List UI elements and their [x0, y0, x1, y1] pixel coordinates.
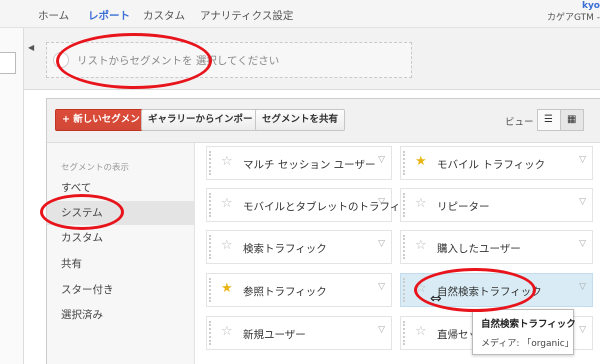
segment-label: モバイル トラフィック	[437, 159, 546, 171]
import-gallery-button[interactable]: ギャラリーからインポート	[141, 109, 270, 131]
chevron-down-icon[interactable]: ▽	[378, 282, 385, 292]
collapse-arrow-icon[interactable]: ◀	[28, 43, 34, 52]
sidebar-item-starred[interactable]: スター付き	[47, 278, 195, 302]
sidebar-item-system[interactable]: システム	[47, 201, 195, 225]
star-icon[interactable]: ★	[415, 155, 427, 169]
list-view-button[interactable]: ☰	[537, 109, 561, 131]
segment-placeholder-text: リストからセグメントを 選択してください	[77, 55, 280, 67]
drag-handle[interactable]	[209, 193, 213, 217]
chevron-down-icon[interactable]: ▽	[579, 282, 586, 292]
share-segment-button[interactable]: セグメントを共有	[255, 109, 346, 131]
chevron-down-icon[interactable]: ▽	[378, 197, 385, 207]
segment-label: 購入したユーザー	[437, 243, 521, 255]
drag-handle[interactable]	[403, 278, 407, 302]
segment-item[interactable]: ☆ モバイルとタブレットのトラフィック ▽	[206, 188, 421, 222]
account-name[interactable]: カゲアGTM -	[547, 10, 600, 23]
top-nav: ホーム レポート カスタム アナリティクス設定 kyo カゲアGTM -	[0, 0, 600, 28]
drag-handle[interactable]	[209, 321, 213, 345]
tab-reports[interactable]: レポート	[88, 8, 130, 23]
grid-view-button[interactable]: ▦	[560, 109, 584, 131]
left-strip: /	[0, 28, 24, 364]
star-icon[interactable]: ☆	[415, 325, 427, 339]
segment-sidebar: セグメントの表示 すべて システム カスタム 共有 スター付き 選択済み	[47, 143, 195, 364]
segment-item[interactable]: ☆ マルチ セッション ユーザー ▽	[206, 146, 392, 180]
star-icon[interactable]: ☆	[221, 239, 233, 253]
star-icon[interactable]: ☆	[221, 197, 233, 211]
star-icon[interactable]: ☆	[415, 282, 427, 296]
star-icon[interactable]: ★	[221, 282, 233, 296]
panel-toolbar: + 新しいセグメント ギャラリーからインポート セグメントを共有 ビュー ☰ ▦	[47, 99, 600, 143]
tab-custom[interactable]: カスタム	[143, 8, 185, 23]
drag-handle[interactable]	[209, 235, 213, 259]
star-icon[interactable]: ☆	[415, 239, 427, 253]
segment-placeholder[interactable]: リストからセグメントを 選択してください	[46, 42, 412, 78]
segment-label: 参照トラフィック	[243, 286, 327, 298]
segment-label: リピーター	[437, 201, 490, 213]
segment-label: 自然検索トラフィック	[437, 286, 542, 298]
segment-label: 検索トラフィック	[243, 243, 327, 255]
chevron-down-icon[interactable]: ▽	[579, 155, 586, 165]
tooltip-title: 自然検索トラフィック	[481, 319, 576, 330]
list-view-icon: ☰	[544, 114, 553, 125]
move-cursor-icon: ⇔	[430, 291, 442, 307]
drag-handle[interactable]	[209, 278, 213, 302]
chevron-down-icon[interactable]: ▽	[579, 197, 586, 207]
tab-home[interactable]: ホーム	[38, 8, 69, 23]
segment-item[interactable]: ☆ 購入したユーザー ▽	[400, 230, 593, 264]
drag-handle[interactable]	[209, 151, 213, 175]
segment-label: モバイルとタブレットのトラフィック	[243, 201, 422, 213]
segment-tooltip: 自然検索トラフィック メディア: 「organic」	[472, 309, 576, 355]
sidebar-item-shared[interactable]: 共有	[47, 252, 195, 276]
segment-item-highlighted[interactable]: ☆ 自然検索トラフィック ▽	[400, 273, 593, 307]
chevron-down-icon[interactable]: ▽	[378, 325, 385, 335]
sidebar-item-all[interactable]: すべて	[47, 176, 195, 200]
chevron-down-icon[interactable]: ▽	[579, 325, 586, 335]
segment-item[interactable]: ☆ 検索トラフィック ▽	[206, 230, 392, 264]
drag-handle[interactable]	[403, 321, 407, 345]
chevron-down-icon[interactable]: ▽	[579, 239, 586, 249]
drag-handle[interactable]	[403, 193, 407, 217]
star-icon[interactable]: ☆	[415, 197, 427, 211]
segment-item[interactable]: ☆ 新規ユーザー ▽	[206, 316, 392, 350]
segment-label: 新規ユーザー	[243, 329, 306, 341]
left-input-box[interactable]	[0, 52, 16, 74]
drag-handle[interactable]	[403, 235, 407, 259]
grid-view-icon: ▦	[567, 114, 577, 125]
chevron-down-icon[interactable]: ▽	[378, 155, 385, 165]
drag-handle[interactable]	[403, 151, 407, 175]
view-label: ビュー	[505, 117, 534, 128]
tab-admin[interactable]: アナリティクス設定	[200, 8, 293, 23]
tooltip-detail: メディア: 「organic」	[481, 339, 574, 349]
sidebar-header: セグメントの表示	[61, 163, 130, 173]
sidebar-item-custom[interactable]: カスタム	[47, 226, 195, 250]
segment-item[interactable]: ☆ リピーター ▽	[400, 188, 593, 222]
sidebar-item-selected[interactable]: 選択済み	[47, 303, 195, 327]
segment-circle-icon	[53, 52, 69, 68]
segment-item[interactable]: ★ 参照トラフィック ▽	[206, 273, 392, 307]
segment-bar: ◀ リストからセグメントを 選択してください	[24, 28, 600, 90]
segment-label: マルチ セッション ユーザー	[243, 159, 376, 171]
star-icon[interactable]: ☆	[221, 325, 233, 339]
star-icon[interactable]: ☆	[221, 155, 233, 169]
segment-item[interactable]: ★ モバイル トラフィック ▽	[400, 146, 593, 180]
chevron-down-icon[interactable]: ▽	[378, 239, 385, 249]
